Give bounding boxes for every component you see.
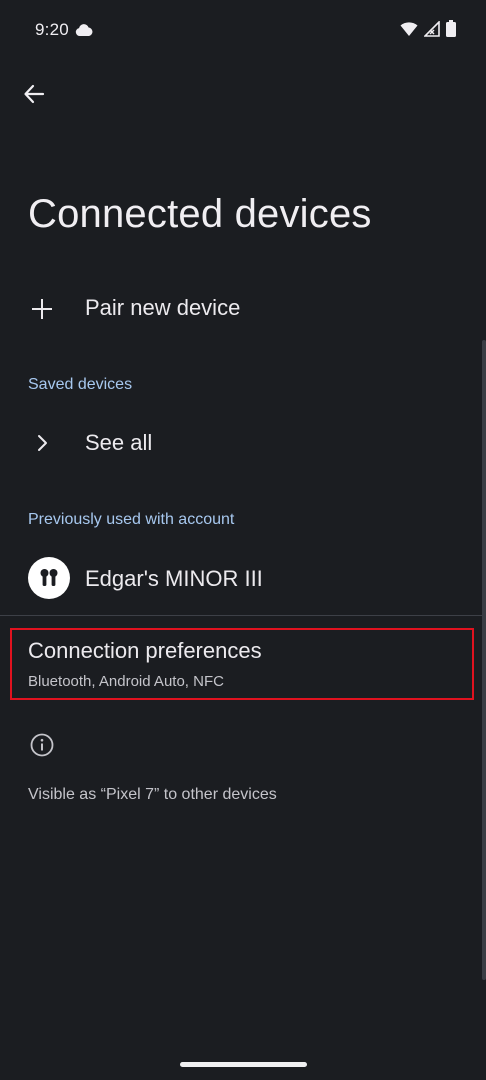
status-icons [400, 20, 456, 37]
visible-as-text: Visible as “Pixel 7” to other devices [28, 786, 277, 803]
screen: 9:20 Connected devices Pair new device S… [0, 0, 486, 1080]
signal-icon [424, 20, 440, 37]
wifi-icon [400, 21, 418, 36]
device-name: Edgar's MINOR III [85, 566, 263, 591]
device-avatar [28, 557, 70, 599]
divider [0, 615, 486, 616]
back-button[interactable] [18, 78, 50, 110]
status-bar: 9:20 [0, 0, 486, 62]
cloud-icon [75, 24, 93, 36]
status-time: 9:20 [35, 20, 69, 39]
pair-new-device-label: Pair new device [85, 295, 241, 320]
chevron-right-icon [28, 431, 56, 455]
arrow-left-icon [24, 84, 45, 104]
earbuds-icon [40, 569, 58, 586]
saved-devices-header: Saved devices [28, 376, 133, 393]
plus-icon [28, 297, 56, 321]
home-indicator[interactable] [180, 1062, 307, 1067]
connection-preferences-subtitle: Bluetooth, Android Auto, NFC [28, 673, 224, 690]
battery-icon [446, 20, 456, 37]
pair-new-device-row[interactable]: Pair new device [0, 280, 486, 338]
page-title: Connected devices [28, 192, 372, 236]
scrollbar[interactable] [482, 340, 486, 980]
previously-used-header: Previously used with account [28, 511, 235, 528]
device-row-edgars-minor-iii[interactable]: Edgar's MINOR III [0, 548, 486, 610]
connection-preferences-title: Connection preferences [28, 638, 262, 663]
see-all-label: See all [85, 430, 153, 455]
see-all-row[interactable]: See all [0, 414, 486, 472]
info-icon [30, 733, 54, 757]
